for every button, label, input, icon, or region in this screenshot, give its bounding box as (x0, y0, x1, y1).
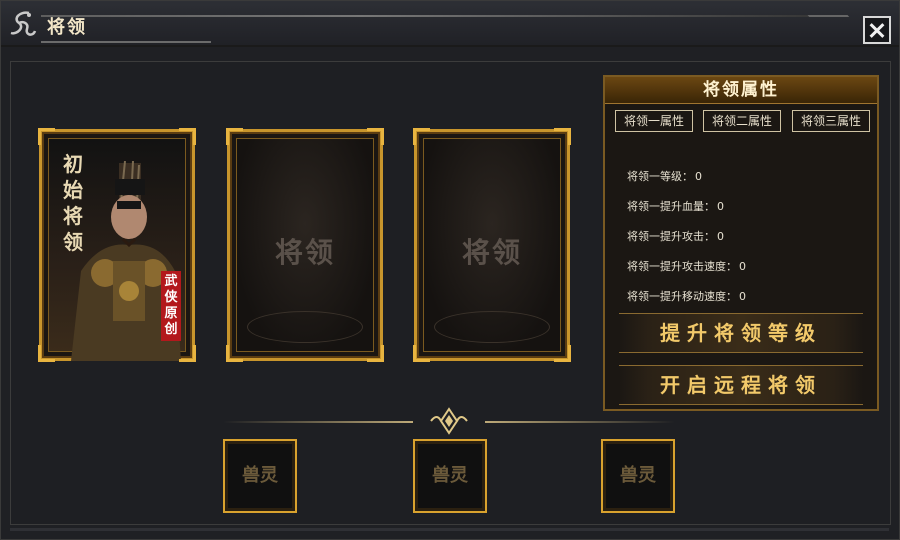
card-corner (367, 128, 384, 145)
label-char: 始 (63, 178, 83, 202)
title-trim (41, 15, 841, 17)
tab-general-3[interactable]: 将领三属性 (792, 110, 870, 132)
stat-row-attack: 将领一提升攻击： 0 (627, 221, 746, 251)
card-corner (179, 128, 196, 145)
tag-char: 侠 (164, 290, 178, 305)
stat-label: 将领一提升攻击： (627, 230, 715, 243)
stat-value: 0 (695, 169, 702, 183)
original-tag: 武 侠 原 创 (161, 271, 181, 341)
stat-label: 将领一提升血量： (627, 200, 715, 213)
stat-label: 将领一提升攻击速度： (627, 260, 737, 273)
label-char: 初 (63, 152, 83, 176)
tag-char: 创 (164, 322, 178, 337)
upgrade-general-button[interactable]: 提升将领等级 (619, 313, 863, 353)
card-floor-deco (434, 311, 550, 343)
beast-spirit-slot-2[interactable]: 兽灵 (413, 439, 487, 513)
title-trim-lower (41, 41, 211, 43)
stat-row-level: 将领一等级： 0 (627, 161, 746, 191)
card-placeholder: 将领 (461, 236, 522, 269)
general-card-1[interactable]: 初 始 将 领 武 侠 原 创 (38, 128, 196, 362)
card-portrait: 初 始 将 领 武 侠 原 创 (48, 138, 186, 361)
card-corner (38, 345, 55, 362)
card-vertical-label: 初 始 将 领 (61, 151, 85, 255)
tab-general-2[interactable]: 将领二属性 (703, 110, 781, 132)
attribute-panel: 将领属性 将领一属性 将领二属性 将领三属性 将领一等级： 0 将领一提升血量： 0… (603, 75, 879, 411)
attribute-panel-header: 将领属性 (605, 77, 877, 104)
divider-line-right (485, 421, 675, 423)
tab-general-1[interactable]: 将领一属性 (615, 110, 693, 132)
general-card-3[interactable]: 将领 (413, 128, 571, 362)
beast-spirit-slot-1[interactable]: 兽灵 (223, 439, 297, 513)
label-char: 领 (63, 230, 83, 254)
tag-char: 武 (164, 274, 178, 289)
card-corner (367, 345, 384, 362)
general-window: 将领 初 始 将 领 武 侠 原 创 将领 将领 将领属性 将领一属性 将领二属… (0, 0, 900, 540)
stat-label: 将领一提升移动速度： (627, 290, 737, 303)
stat-row-move-speed: 将领一提升移动速度： 0 (627, 281, 746, 311)
card-empty-bg: 将领 (236, 138, 374, 352)
divider-line-left (223, 421, 413, 423)
attribute-panel-title: 将领属性 (703, 80, 779, 100)
enable-ranged-general-button[interactable]: 开启远程将领 (619, 365, 863, 405)
slot-label: 兽灵 (242, 465, 278, 486)
beast-spirit-slot-3[interactable]: 兽灵 (601, 439, 675, 513)
card-placeholder: 将领 (274, 236, 335, 269)
divider-emblem-icon (430, 407, 468, 435)
stat-row-hp: 将领一提升血量： 0 (627, 191, 746, 221)
stat-label: 将领一等级： (627, 170, 693, 183)
stat-value: 0 (739, 289, 746, 303)
card-floor-deco (247, 311, 363, 343)
footer-divider (10, 528, 889, 531)
stat-value: 0 (717, 229, 724, 243)
card-corner (554, 345, 571, 362)
stat-value: 0 (739, 259, 746, 273)
dragon-emblem-icon (10, 11, 37, 36)
tag-char: 原 (164, 306, 178, 321)
beast-divider (223, 407, 675, 441)
title-bar: 将领 (1, 1, 899, 47)
card-corner (226, 345, 243, 362)
card-corner (38, 128, 55, 145)
general-card-2[interactable]: 将领 (226, 128, 384, 362)
card-corner (413, 128, 430, 145)
label-char: 将 (63, 204, 83, 228)
stat-value: 0 (717, 199, 724, 213)
close-button[interactable] (863, 16, 891, 44)
stat-list: 将领一等级： 0 将领一提升血量： 0 将领一提升攻击： 0 将领一提升攻击速度： 0 … (627, 161, 746, 311)
attribute-tabs: 将领一属性 将领二属性 将领三属性 (615, 110, 873, 134)
card-corner (554, 128, 571, 145)
stat-row-attack-speed: 将领一提升攻击速度： 0 (627, 251, 746, 281)
slot-label: 兽灵 (620, 465, 656, 486)
window-title: 将领 (47, 17, 87, 38)
card-corner (226, 128, 243, 145)
slot-label: 兽灵 (432, 465, 468, 486)
card-empty-bg: 将领 (423, 138, 561, 352)
card-corner (179, 345, 196, 362)
card-corner (413, 345, 430, 362)
